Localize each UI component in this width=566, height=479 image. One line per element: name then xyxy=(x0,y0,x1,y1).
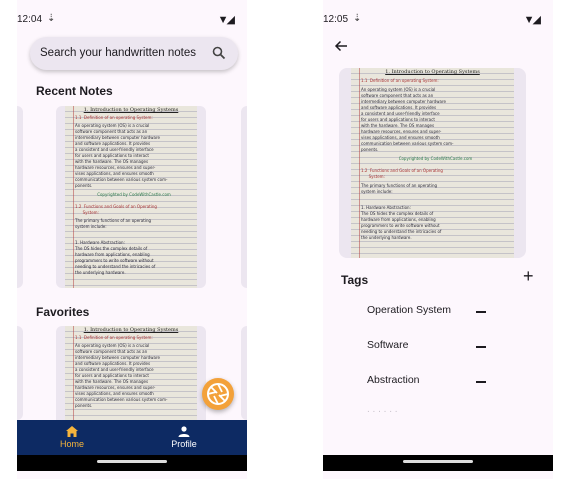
note-credit: Copyrighted by CodeWithCastle.com xyxy=(97,192,171,197)
nav-profile-label: Profile xyxy=(171,439,197,449)
note-body: The primary functions of an operating sy… xyxy=(75,218,152,229)
remove-tag-button[interactable] xyxy=(476,346,486,348)
note-body: 1. Hardware Abstraction: The OS hides th… xyxy=(361,205,442,240)
note-image: 1. Introduction to Operating Systems 1.1… xyxy=(65,326,197,420)
nav-home[interactable]: Home xyxy=(42,426,102,449)
remove-tag-button[interactable] xyxy=(476,381,486,383)
nav-home-label: Home xyxy=(59,439,84,449)
recent-notes-title: Recent Notes xyxy=(36,84,113,98)
favorite-note-card[interactable]: 1. Introduction to Operating Systems 1.1… xyxy=(56,326,206,420)
note-body: An operating system (OS) is a crucial so… xyxy=(75,343,168,408)
gesture-bar xyxy=(17,455,247,471)
note-image: 1. Introduction to Operating Systems 1.1… xyxy=(351,68,514,258)
note-body: An operating system (OS) is a crucial so… xyxy=(75,123,168,188)
search-bar[interactable]: Search your handwritten notes xyxy=(30,37,238,70)
download-indicator-icon: ⇣ xyxy=(47,13,56,24)
note-card-next[interactable] xyxy=(241,106,247,288)
gesture-bar xyxy=(323,455,553,471)
status-bar: 12:05 ⇣ ▼◢ xyxy=(323,13,553,28)
search-placeholder[interactable]: Search your handwritten notes xyxy=(40,47,196,59)
faded-tag-hint: . . . . . . xyxy=(367,404,398,415)
note-credit: Copyrighted by CodeWithCastle.com xyxy=(398,156,473,161)
download-indicator-icon: ⇣ xyxy=(353,13,362,24)
note-body: 1. Hardware Abstraction: The OS hides th… xyxy=(75,240,156,275)
home-indicator[interactable] xyxy=(97,460,167,463)
note-line: 1.1 Definition of an operating System: xyxy=(75,115,153,120)
note-line: 1.1 Definition of an operating System: xyxy=(361,78,439,83)
camera-fab-button[interactable] xyxy=(202,378,234,410)
note-line: 1.2 Functions and Goals of an Operating … xyxy=(75,204,157,215)
nav-profile[interactable]: Profile xyxy=(154,426,214,449)
note-body: The primary functions of an operating sy… xyxy=(361,183,438,194)
home-indicator[interactable] xyxy=(403,460,473,463)
note-card-prev[interactable] xyxy=(17,106,23,288)
status-bar: 12:04 ⇣ ▼◢ xyxy=(17,13,247,28)
person-icon xyxy=(178,426,190,437)
note-card-prev[interactable] xyxy=(17,326,23,420)
note-card-next[interactable] xyxy=(241,326,247,420)
note-body: An operating system (OS) is a crucial so… xyxy=(361,87,454,152)
scroll-fade xyxy=(323,400,553,456)
recent-notes-list[interactable]: 1. Introduction to Operating Systems 1.1… xyxy=(17,106,247,290)
note-title: 1. Introduction to Operating Systems xyxy=(83,327,179,333)
search-icon[interactable] xyxy=(212,46,226,60)
status-time: 12:04 xyxy=(17,14,43,25)
note-image-card[interactable]: 1. Introduction to Operating Systems 1.1… xyxy=(339,68,526,258)
tag-label: Operation System xyxy=(367,304,452,316)
add-tag-button[interactable]: + xyxy=(523,266,534,287)
status-time: 12:05 xyxy=(323,14,349,25)
home-icon xyxy=(66,426,78,437)
note-line: 1.1 Definition of an operating System: xyxy=(75,335,153,340)
remove-tag-button[interactable] xyxy=(476,311,486,313)
wifi-signal-icon: ▼◢ xyxy=(217,14,235,26)
note-line: 1.2 Functions and Goals of an Operating … xyxy=(361,168,443,179)
wifi-signal-icon: ▼◢ xyxy=(523,14,541,26)
home-screen: 12:04 ⇣ ▼◢ Search your handwritten notes… xyxy=(17,0,247,479)
bottom-navigation: Home Profile xyxy=(17,420,247,455)
tag-label: Abstraction xyxy=(367,374,420,386)
note-card[interactable]: 1. Introduction to Operating Systems 1.1… xyxy=(56,106,206,288)
note-detail-screen: 12:05 ⇣ ▼◢ 1. Introduction to Operating … xyxy=(323,0,553,479)
tag-label: Software xyxy=(367,339,409,351)
note-title: 1. Introduction to Operating Systems xyxy=(385,69,480,75)
note-image: 1. Introduction to Operating Systems 1.1… xyxy=(65,106,197,288)
back-arrow-icon[interactable] xyxy=(334,40,348,52)
aperture-icon xyxy=(207,383,229,405)
tags-title: Tags xyxy=(341,273,369,287)
note-title: 1. Introduction to Operating Systems xyxy=(83,107,179,113)
favorites-title: Favorites xyxy=(36,305,90,319)
